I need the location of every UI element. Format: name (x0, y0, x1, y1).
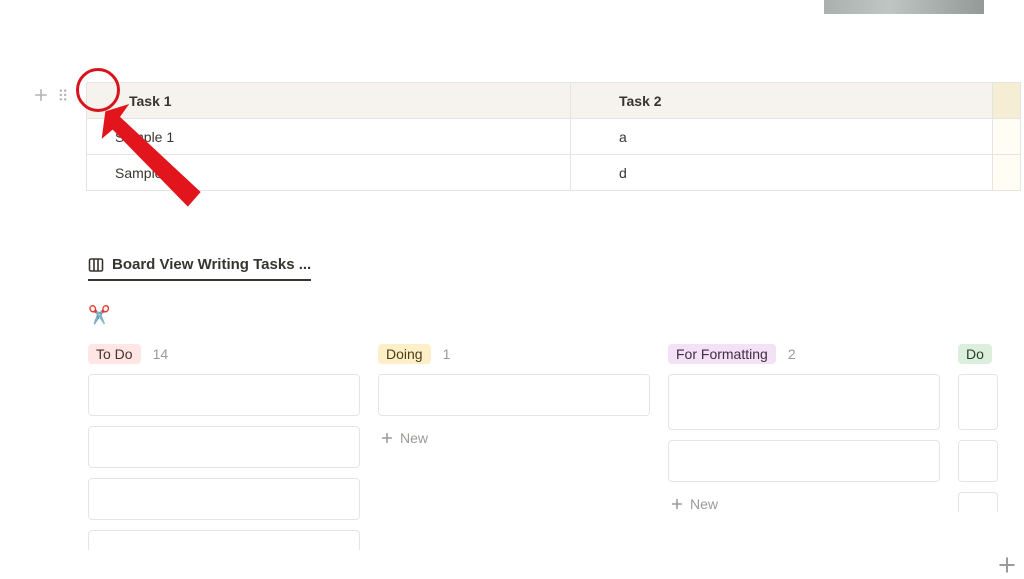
group-pill: Doing (378, 344, 431, 364)
table-cell[interactable]: Sample 1 (87, 119, 571, 155)
table-cell[interactable] (993, 119, 1021, 155)
group-count: 2 (788, 346, 796, 362)
board-database: Board View Writing Tasks ... ✂️ To Do 14… (88, 256, 1024, 326)
board-card[interactable] (958, 492, 998, 512)
board-card[interactable] (88, 374, 360, 416)
table-cell[interactable]: Sample 2 (87, 155, 571, 191)
table-cell[interactable]: a (571, 119, 993, 155)
board-card[interactable] (88, 478, 360, 520)
plus-icon (380, 431, 394, 445)
cropped-header-artifact (824, 0, 984, 14)
board-card[interactable] (958, 374, 998, 430)
scissors-icon: ✂️ (88, 305, 1024, 326)
table-header-extra[interactable] (993, 83, 1021, 119)
group-count: 1 (443, 346, 451, 362)
plus-icon (998, 556, 1016, 574)
table-header-col1[interactable]: Task 1 (87, 83, 571, 119)
plus-icon (670, 497, 684, 511)
group-pill: To Do (88, 344, 141, 364)
new-card-button[interactable]: New (668, 492, 940, 516)
group-count: 14 (153, 346, 169, 362)
view-tab-label: Board View Writing Tasks ... (112, 256, 311, 273)
group-header[interactable]: Doing 1 (378, 344, 650, 364)
simple-table-block: Task 1 Task 2 Sample 1 a Sample 2 d (32, 82, 1024, 191)
board-card[interactable] (668, 374, 940, 430)
group-header[interactable]: To Do 14 (88, 344, 360, 364)
drag-handle-icon[interactable] (54, 86, 72, 104)
group-pill: Do (958, 344, 992, 364)
new-card-button[interactable]: New (378, 426, 650, 450)
board-card[interactable] (88, 530, 360, 550)
board-card[interactable] (668, 440, 940, 482)
table-row[interactable]: Sample 2 d (87, 155, 1021, 191)
board-card[interactable] (88, 426, 360, 468)
board-columns: To Do 14 Doing 1 New For Formatting (88, 344, 1024, 560)
board-group-formatting: For Formatting 2 New (668, 344, 940, 560)
simple-table[interactable]: Task 1 Task 2 Sample 1 a Sample 2 d (86, 82, 1021, 191)
add-row-icon[interactable] (32, 86, 50, 104)
group-pill: For Formatting (668, 344, 776, 364)
new-card-label: New (400, 430, 428, 446)
board-card[interactable] (378, 374, 650, 416)
board-group-todo: To Do 14 (88, 344, 360, 560)
view-tab-board[interactable]: Board View Writing Tasks ... (88, 256, 311, 281)
table-header-col2[interactable]: Task 2 (571, 83, 993, 119)
group-header[interactable]: Do (958, 344, 998, 364)
board-icon (88, 257, 104, 273)
table-cell[interactable]: d (571, 155, 993, 191)
group-header[interactable]: For Formatting 2 (668, 344, 940, 364)
board-group-done: Do (958, 344, 998, 560)
table-cell[interactable] (993, 155, 1021, 191)
board-card[interactable] (958, 440, 998, 482)
board-group-doing: Doing 1 New (378, 344, 650, 560)
table-row[interactable]: Sample 1 a (87, 119, 1021, 155)
new-card-label: New (690, 496, 718, 512)
